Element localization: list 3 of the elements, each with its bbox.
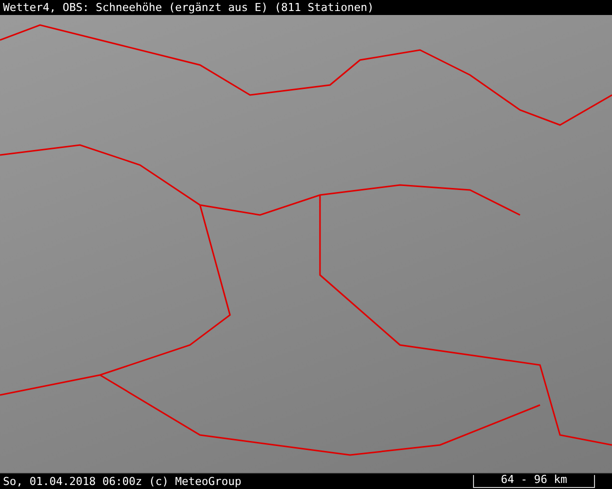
map-title: Wetter4, OBS: Schneehöhe (ergänzt aus E) (811 Stationen) xyxy=(3,1,374,14)
date-caption: So, 01.04.2018 06:00z (c) MeteoGroup xyxy=(3,475,242,488)
scale-bar: 64 - 96 km xyxy=(473,475,595,488)
